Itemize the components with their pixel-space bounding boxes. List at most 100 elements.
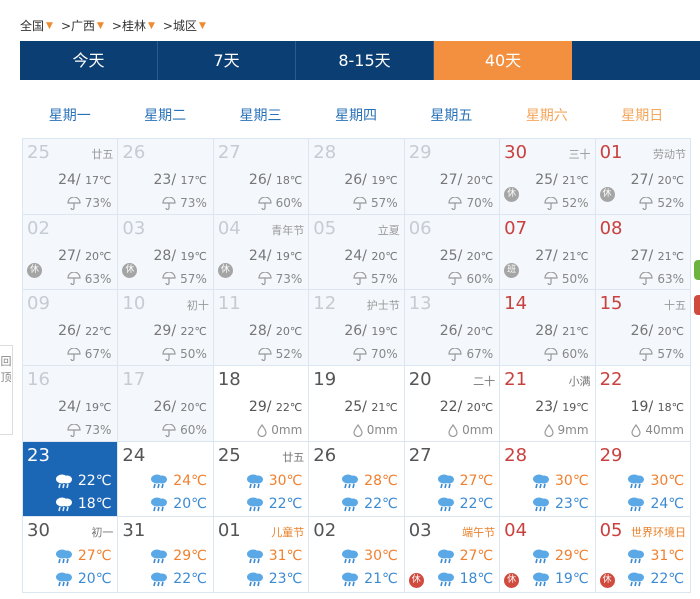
breadcrumb-item[interactable]: 全国 ▼ — [20, 17, 53, 34]
holiday-badge: 休 — [217, 262, 233, 278]
precipitation: 60% — [162, 423, 207, 437]
calendar-day-cell[interactable]: 05 世界环境日休 31℃ 22℃ — [595, 517, 691, 593]
forecast-low-temp: 23℃ — [268, 571, 303, 588]
calendar-day-cell[interactable]: 05 立夏 24/ 20℃ 57% — [309, 214, 405, 291]
low-temp: 20℃ — [657, 325, 684, 339]
calendar-day-cell[interactable]: 11 28/ 20℃ 52% — [213, 290, 310, 366]
precipitation-value: 9mm — [557, 423, 589, 437]
tab-2[interactable]: 8-15天 — [296, 41, 434, 80]
breadcrumb-item[interactable]: >桂林 ▼ — [112, 17, 155, 34]
side-float-tab-green[interactable] — [694, 260, 700, 280]
umbrella-icon — [639, 347, 653, 361]
calendar-day-cell[interactable]: 30 初一 27℃ 20℃ — [23, 517, 119, 593]
calendar-day-cell[interactable]: 03 休 28/ 19℃ 57% — [118, 214, 214, 291]
low-temp: 19℃ — [180, 249, 207, 263]
calendar-day-cell[interactable]: 15 十五 26/ 20℃ 57% — [595, 290, 691, 366]
calendar-day-cell[interactable]: 20 二十 22/ 20℃ 0mm — [404, 366, 501, 442]
tab-3[interactable]: 40天 — [434, 41, 572, 80]
temperature-range: 24/ 17℃ — [58, 172, 112, 188]
calendar-day-cell[interactable]: 26 23/ 17℃ 73% — [118, 139, 214, 215]
forecast-high: 31℃ — [625, 547, 684, 565]
rain-cloud-icon — [55, 572, 72, 587]
tab-0[interactable]: 今天 — [20, 41, 158, 80]
breadcrumb-item[interactable]: >广西 ▼ — [61, 17, 104, 34]
calendar-day-cell[interactable]: 12 护士节 26/ 19℃ 70% — [309, 290, 405, 366]
forecast-low: 19℃ — [530, 570, 589, 588]
calendar-day-cell[interactable]: 25 廿五 30℃ 22℃ — [213, 441, 310, 518]
low-temp: 20℃ — [371, 249, 398, 263]
day-number: 22 — [599, 369, 623, 390]
rain-cloud-icon — [246, 497, 263, 511]
precipitation-value: 0mm — [271, 423, 303, 437]
calendar-day-cell[interactable]: 17 26/ 20℃ 60% — [118, 366, 214, 442]
weekday-label: 星期四 — [334, 108, 377, 124]
calendar-day-cell[interactable]: 27 26/ 18℃ 60% — [213, 139, 310, 215]
calendar-day-cell[interactable]: 01 儿童节 31℃ 23℃ — [213, 517, 310, 593]
day-note: 小满 — [568, 375, 591, 388]
day-number: 04 — [217, 217, 241, 239]
temperature-range: 27/ 21℃ — [535, 247, 589, 264]
day-number: 11 — [217, 293, 241, 315]
calendar-day-cell[interactable]: 14 28/ 21℃ 60% — [500, 290, 596, 366]
precipitation: 57% — [353, 272, 398, 286]
calendar-day-cell[interactable]: 21 小满 23/ 19℃ 9mm — [500, 366, 596, 442]
calendar-day-cell[interactable]: 25 廿五 24/ 17℃ 73% — [23, 139, 119, 215]
calendar-day-cell[interactable]: 10 初十 29/ 22℃ 50% — [118, 290, 214, 366]
calendar-day-cell[interactable]: 03 端午节休 27℃ 18℃ — [404, 517, 501, 593]
calendar-day-cell[interactable]: 24 24℃ 20℃ — [118, 441, 214, 518]
high-temp: 27 — [535, 247, 554, 264]
calendar-day-cell[interactable]: 29 27/ 20℃ 70% — [404, 139, 501, 215]
umbrella-icon — [162, 196, 176, 210]
umbrella-icon — [639, 272, 653, 286]
calendar-day-cell[interactable]: 16 24/ 19℃ 73% — [23, 366, 119, 442]
side-float-tab-red[interactable] — [694, 295, 700, 315]
raindrop-icon — [353, 423, 363, 437]
precipitation: 0mm — [257, 423, 302, 437]
low-temp: 20℃ — [466, 174, 494, 187]
calendar-day-cell[interactable]: 09 26/ 22℃ 67% — [23, 290, 119, 366]
breadcrumb: 全国 ▼ >广西 ▼ >桂林 ▼ >城区 ▼ — [20, 17, 206, 34]
precipitation: 0mm — [353, 423, 398, 437]
precipitation-value: 70% — [371, 347, 398, 362]
umbrella-icon — [162, 347, 176, 361]
forecast-low-temp: 22℃ — [268, 495, 303, 512]
day-note: 儿童节 — [271, 526, 305, 540]
calendar-day-cell[interactable]: 18 29/ 22℃ 0mm — [213, 366, 310, 442]
calendar-day-cell[interactable]: 04 青年节休 24/ 19℃ 73% — [213, 214, 310, 291]
forecast-low: 22℃ — [339, 495, 398, 513]
calendar-day-cell[interactable]: 23 22℃ 18℃ — [23, 441, 119, 518]
weekday-header: 星期一 星期二 星期三 星期四 星期五 星期六 星期日 — [22, 105, 690, 125]
calendar-day-cell[interactable]: 27 27℃ 22℃ — [404, 441, 501, 518]
calendar-day-cell[interactable]: 28 26/ 19℃ 57% — [309, 139, 405, 215]
calendar-day-cell[interactable]: 31 29℃ 22℃ — [118, 517, 214, 593]
calendar-day-cell[interactable]: 28 30℃ 23℃ — [500, 441, 596, 518]
precipitation-value: 50% — [180, 347, 207, 362]
calendar-day-cell[interactable]: 22 19/ 18℃ 40mm — [595, 366, 691, 442]
calendar-day-cell[interactable]: 13 26/ 20℃ 67% — [404, 290, 501, 366]
precipitation: 60% — [544, 347, 589, 361]
back-to-top-button[interactable]: 回 ​顶 — [0, 345, 13, 435]
tab-1[interactable]: 7天 — [158, 41, 296, 80]
calendar-day-cell[interactable]: 02 30℃ 21℃ — [309, 517, 405, 593]
calendar-day-cell[interactable]: 30 三十休 25/ 21℃ 52% — [500, 139, 596, 215]
calendar-day-cell[interactable]: 04 休 29℃ 19℃ — [500, 517, 596, 593]
calendar-day-cell[interactable]: 29 30℃ 24℃ — [595, 441, 691, 518]
day-number: 29 — [599, 444, 623, 466]
umbrella-icon — [353, 272, 367, 286]
calendar-day-cell[interactable]: 26 28℃ 22℃ — [309, 441, 405, 518]
forecast-high-temp: 27℃ — [459, 472, 494, 489]
forecast-low: 20℃ — [148, 495, 207, 513]
breadcrumb-item[interactable]: >城区 ▼ — [163, 17, 206, 34]
calendar-day-cell[interactable]: 02 休 27/ 20℃ 63% — [23, 214, 119, 291]
holiday-badge: 休 — [599, 187, 615, 202]
precipitation-value: 57% — [371, 271, 398, 286]
breadcrumb-label: >广西 — [60, 19, 95, 33]
day-note: 廿五 — [282, 450, 305, 464]
forecast-high: 30℃ — [339, 547, 398, 565]
calendar-day-cell[interactable]: 08 27/ 21℃ 63% — [595, 214, 691, 291]
calendar-day-cell[interactable]: 07 班 27/ 21℃ 50% — [500, 214, 596, 291]
calendar-day-cell[interactable]: 19 25/ 21℃ 0mm — [309, 366, 405, 442]
forecast-low: 22℃ — [435, 495, 493, 513]
calendar-day-cell[interactable]: 06 25/ 20℃ 60% — [404, 214, 501, 291]
calendar-day-cell[interactable]: 01 劳动节休 27/ 20℃ 52% — [595, 139, 691, 215]
